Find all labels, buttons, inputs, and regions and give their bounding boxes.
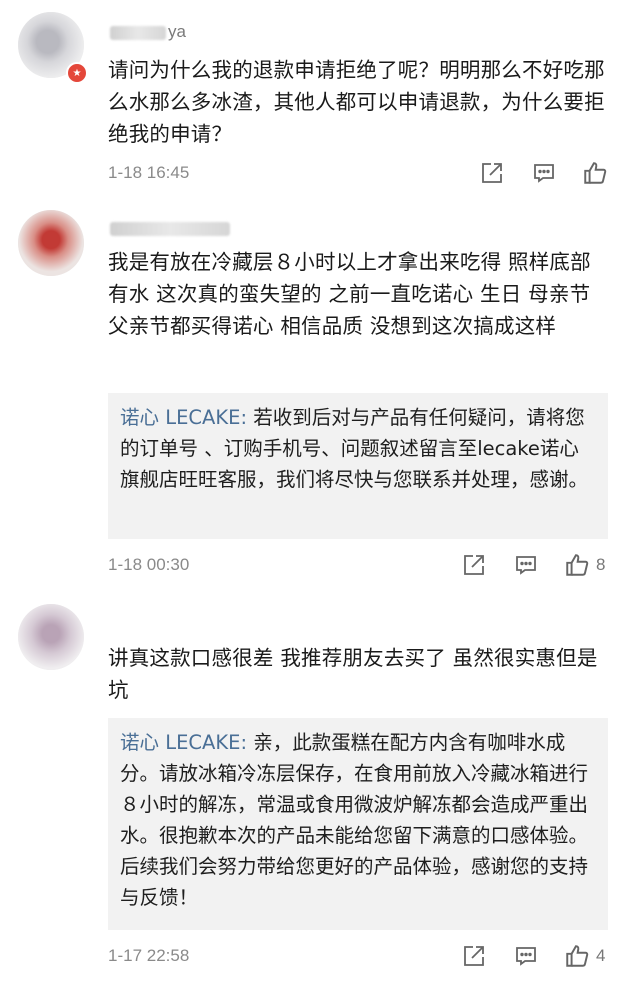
comment-icon <box>516 556 536 575</box>
comment-item: 讲真这款口感很差 我推荐朋友去买了 虽然很实惠但是坑 诺心 LECAKE: 亲，… <box>0 590 630 985</box>
verified-badge-icon: ★ <box>66 62 88 84</box>
comment-icon <box>534 164 554 183</box>
thumbs-up-icon <box>566 945 589 967</box>
comment-button[interactable] <box>514 551 538 579</box>
comment-button[interactable] <box>532 159 556 187</box>
share-icon <box>464 946 484 966</box>
official-reply: 诺心 LECAKE: 若收到后对与产品有任何疑问，请将您的订单号 、订购手机号、… <box>108 393 608 539</box>
like-button[interactable]: 4 <box>564 942 605 970</box>
comment-item: 我是有放在冷藏层８小时以上才拿出来吃得 照样底部有水 这次真的蛮失望的 之前一直… <box>0 190 630 590</box>
share-button[interactable] <box>462 551 486 579</box>
reply-author[interactable]: 诺心 LECAKE: <box>120 731 247 754</box>
comment-text: 讲真这款口感很差 我推荐朋友去买了 虽然很实惠但是坑 <box>108 646 598 702</box>
official-reply: 诺心 LECAKE: 亲，此款蛋糕在配方内含有咖啡水成分。请放冰箱冷冻层保存，在… <box>108 718 608 930</box>
like-count: 4 <box>596 946 606 965</box>
username[interactable]: ya <box>110 22 186 42</box>
share-icon <box>482 163 502 183</box>
comment-text: 请问为什么我的退款申请拒绝了呢？明明那么不好吃那么水那么多冰渣，其他人都可以申请… <box>108 58 605 146</box>
thumbs-up-icon <box>566 554 589 576</box>
reply-author[interactable]: 诺心 LECAKE: <box>120 406 247 429</box>
avatar[interactable] <box>18 604 84 670</box>
comment-item: ★ ya 请问为什么我的退款申请拒绝了呢？明明那么不好吃那么水那么多冰渣，其他人… <box>0 0 630 190</box>
comment-icon <box>516 947 536 966</box>
timestamp: 1-18 00:30 <box>108 555 190 574</box>
username-redacted <box>110 221 230 236</box>
username[interactable] <box>110 218 232 238</box>
share-icon <box>464 555 484 575</box>
thumbs-up-icon <box>584 162 607 184</box>
share-button[interactable] <box>480 159 504 187</box>
like-button[interactable] <box>582 159 614 187</box>
share-button[interactable] <box>462 942 486 970</box>
comment-button[interactable] <box>514 942 538 970</box>
comment-meta: 1-17 22:58 4 <box>108 942 618 972</box>
comment-meta: 1-18 16:45 <box>108 159 618 189</box>
timestamp: 1-18 16:45 <box>108 163 190 182</box>
comment-meta: 1-18 00:30 8 <box>108 551 618 581</box>
timestamp: 1-17 22:58 <box>108 946 190 965</box>
like-count: 8 <box>596 555 606 574</box>
reply-text: 亲，此款蛋糕在配方内含有咖啡水成分。请放冰箱冷冻层保存，在食用前放入冷藏冰箱进行… <box>120 731 589 909</box>
like-button[interactable]: 8 <box>564 551 605 579</box>
avatar[interactable] <box>18 210 84 276</box>
comment-text: 我是有放在冷藏层８小时以上才拿出来吃得 照样底部有水 这次真的蛮失望的 之前一直… <box>108 250 591 338</box>
username-redacted <box>110 25 166 40</box>
